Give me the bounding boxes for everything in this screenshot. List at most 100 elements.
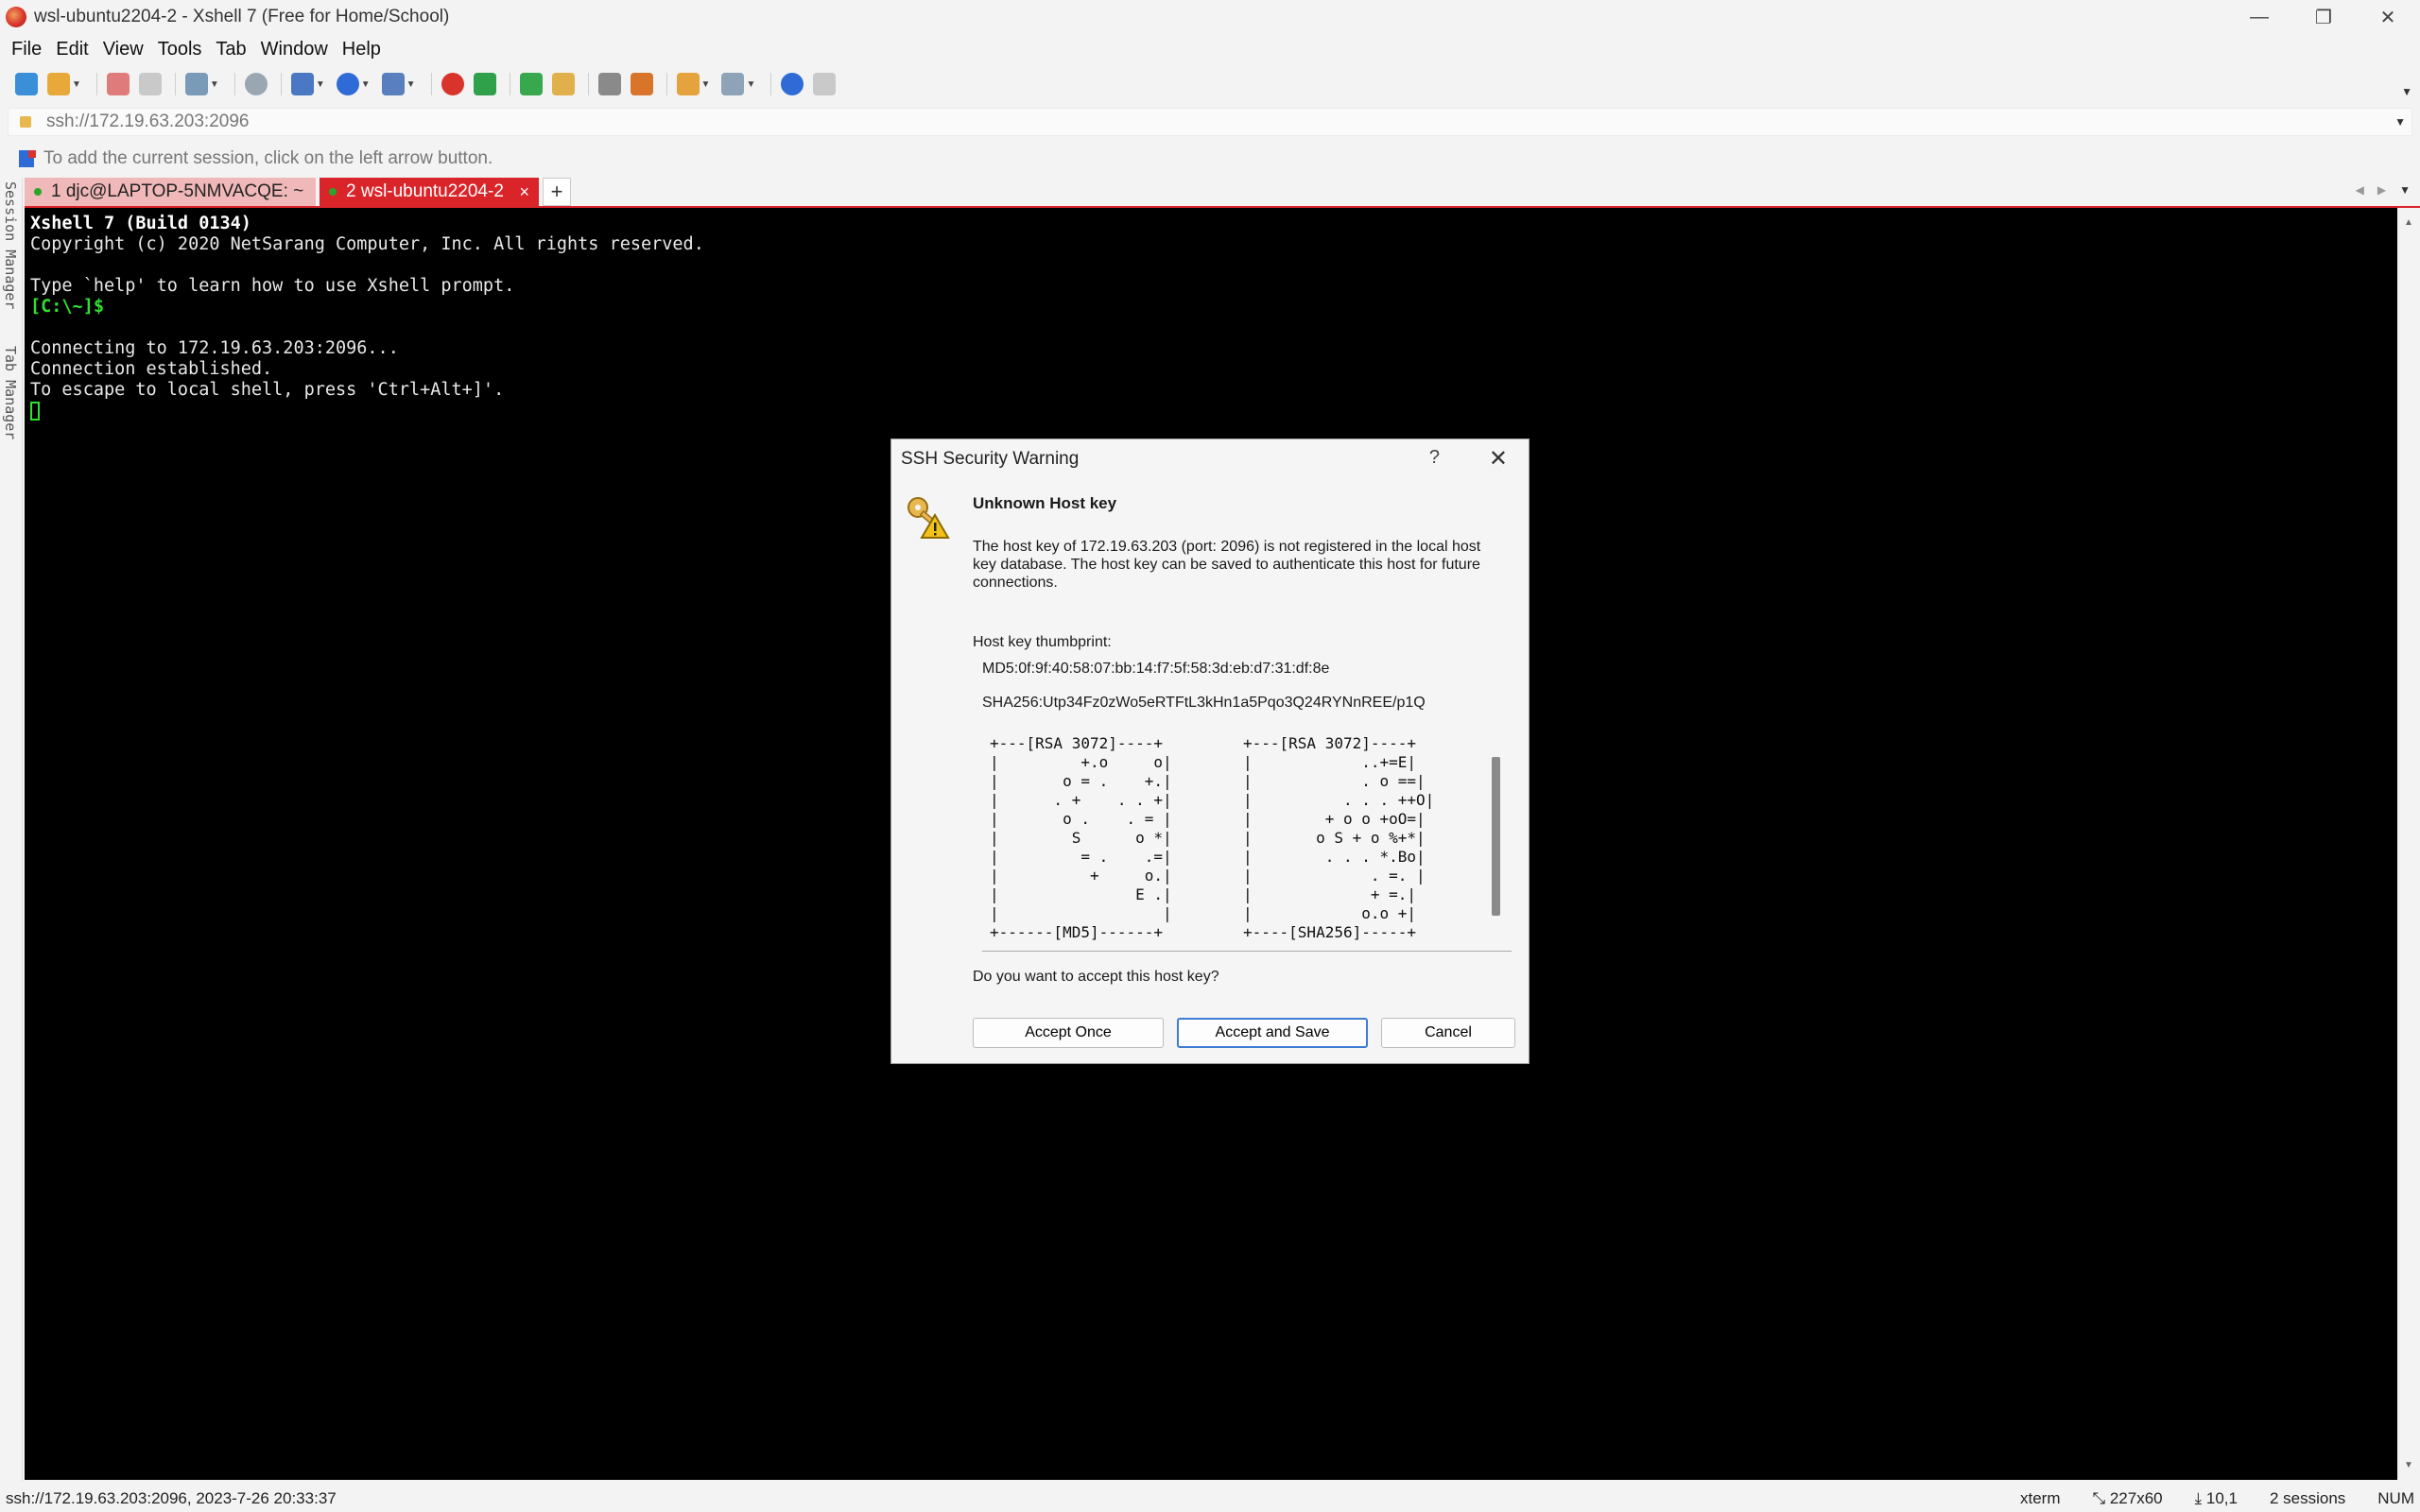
toolbar-separator <box>666 73 667 95</box>
menu-file[interactable]: File <box>11 39 42 60</box>
chevron-down-icon[interactable]: ▼ <box>746 79 755 90</box>
scroll-up-icon[interactable]: ▲ <box>2404 217 2413 228</box>
ssh-security-warning-dialog: SSH Security Warning ? ✕ Unknown Host ke… <box>890 438 1530 1064</box>
tab-close-icon[interactable]: × <box>519 182 529 202</box>
disconnect-icon[interactable] <box>138 73 162 95</box>
keyboard-icon[interactable] <box>597 73 621 95</box>
toolbar-separator <box>233 73 235 95</box>
terminal-scrollbar[interactable]: ▲ ▼ <box>2397 208 2420 1480</box>
terminal-line: Copyright (c) 2020 NetSarang Computer, I… <box>30 234 704 254</box>
layout-grid-icon[interactable] <box>721 73 745 95</box>
layout-icon[interactable] <box>290 73 314 95</box>
tab-list-chevron-icon[interactable]: ▼ <box>2399 183 2411 197</box>
lock-icon[interactable] <box>551 73 575 95</box>
chevron-down-icon[interactable]: ▼ <box>316 79 325 90</box>
xshell-app-icon <box>6 7 26 27</box>
tab-session-1[interactable]: 1 djc@LAPTOP-5NMVACQE: ~ <box>25 178 316 206</box>
menu-edit[interactable]: Edit <box>56 39 88 60</box>
terminal-line: Connection established. <box>30 359 273 379</box>
scrollbar-thumb[interactable] <box>1492 757 1500 916</box>
compose-icon[interactable] <box>630 73 653 95</box>
terminal-line: Type `help' to learn how to use Xshell p… <box>30 276 515 296</box>
tab-label: 2 wsl-ubuntu2204-2 <box>346 181 504 201</box>
toolbar-options-chevron-icon[interactable]: ▼ <box>2401 85 2412 98</box>
xshell-icon[interactable] <box>441 73 464 95</box>
status-size-value: 227x60 <box>2109 1489 2163 1507</box>
tab-manager-label[interactable]: Tab Manager <box>2 346 19 439</box>
dialog-help-button[interactable]: ? <box>1429 447 1440 469</box>
key-warning-icon <box>908 497 950 539</box>
menu-window[interactable]: Window <box>261 39 328 60</box>
status-dot-icon <box>329 188 337 196</box>
chevron-down-icon[interactable]: ▼ <box>210 79 219 90</box>
chevron-down-icon[interactable]: ▼ <box>701 79 711 90</box>
terminal-line: To escape to local shell, press 'Ctrl+Al… <box>30 380 505 400</box>
script-icon[interactable] <box>676 73 700 95</box>
terminal-prompt: [C:\~]$ <box>30 297 104 317</box>
chevron-down-icon[interactable]: ▼ <box>361 79 371 90</box>
accept-and-save-button[interactable]: Accept and Save <box>1177 1018 1368 1048</box>
help-icon[interactable] <box>781 73 804 95</box>
menu-help[interactable]: Help <box>342 39 381 60</box>
tab-label: 1 djc@LAPTOP-5NMVACQE: ~ <box>51 181 304 201</box>
hint-text: To add the current session, click on the… <box>43 148 493 168</box>
new-tab-button[interactable]: + <box>543 178 571 206</box>
scroll-down-icon[interactable]: ▼ <box>2404 1460 2413 1470</box>
minimize-button[interactable]: — <box>2227 0 2291 34</box>
dialog-heading: Unknown Host key <box>973 494 1117 512</box>
terminal-line: Xshell 7 (Build 0134) <box>30 214 251 233</box>
restore-button[interactable]: ❐ <box>2291 0 2356 34</box>
toolbar-separator <box>430 73 432 95</box>
randomart-panel: +---[RSA 3072]----+ | +.o o| | o = . +.|… <box>982 730 1512 952</box>
font-icon[interactable] <box>381 73 405 95</box>
status-cursor-value: 10,1 <box>2205 1489 2238 1507</box>
dialog-close-button[interactable]: ✕ <box>1489 445 1508 472</box>
status-size: ⤡ 227x60 <box>2092 1489 2163 1507</box>
status-terminal-type: xterm <box>2020 1489 2061 1507</box>
status-sessions[interactable]: 2 sessions <box>2270 1489 2345 1508</box>
globe-icon[interactable] <box>336 73 359 95</box>
find-icon[interactable] <box>244 73 268 95</box>
randomart-scrollbar[interactable] <box>1489 730 1502 948</box>
open-folder-icon[interactable] <box>47 73 70 95</box>
chevron-down-icon[interactable]: ▼ <box>2394 115 2406 129</box>
status-connection: ssh://172.19.63.203:2096, 2023-7-26 20:3… <box>6 1489 337 1507</box>
thumbprint-label: Host key thumbprint: <box>973 634 1112 650</box>
close-window-button[interactable]: ✕ <box>2356 0 2420 34</box>
address-input[interactable]: ssh://172.19.63.203:2096 <box>46 112 249 132</box>
terminal-cursor <box>30 402 40 421</box>
session-manager-label[interactable]: Session Manager <box>2 181 19 309</box>
md5-randomart: +---[RSA 3072]----+ | +.o o| | o = . +.|… <box>990 734 1172 941</box>
window-controls: — ❐ ✕ <box>2227 0 2420 34</box>
accept-once-button[interactable]: Accept Once <box>973 1018 1164 1048</box>
session-hint-bar: To add the current session, click on the… <box>19 146 493 172</box>
dialog-description: The host key of 172.19.63.203 (port: 209… <box>973 539 1481 591</box>
connect-icon[interactable] <box>106 73 130 95</box>
menu-view[interactable]: View <box>103 39 144 60</box>
cancel-button[interactable]: Cancel <box>1381 1018 1515 1048</box>
address-bar[interactable]: ssh://172.19.63.203:2096 ▼ <box>8 108 2412 136</box>
toolbar-separator <box>280 73 282 95</box>
menu-tab[interactable]: Tab <box>216 39 246 60</box>
chat-icon[interactable] <box>813 73 837 95</box>
reconnect-icon[interactable] <box>184 73 208 95</box>
tab-session-2[interactable]: 2 wsl-ubuntu2204-2 × <box>320 178 539 206</box>
fullscreen-icon[interactable] <box>519 73 543 95</box>
status-dot-icon <box>34 188 42 196</box>
chevron-down-icon[interactable]: ▼ <box>72 79 81 90</box>
xftp-icon[interactable] <box>473 73 496 95</box>
bookmark-arrow-icon[interactable] <box>19 150 36 167</box>
status-num: NUM <box>2377 1489 2414 1507</box>
toolbar-separator <box>770 73 772 95</box>
chevron-down-icon[interactable]: ▼ <box>406 79 416 90</box>
sha256-fingerprint: SHA256:Utp34Fz0zWo5eRTFtL3kHn1a5Pqo3Q24R… <box>982 695 1426 711</box>
menu-tools[interactable]: Tools <box>158 39 202 60</box>
new-session-icon[interactable] <box>15 73 38 95</box>
tab-next-icon[interactable]: ▶ <box>2377 183 2386 197</box>
toolbar-separator <box>95 73 97 95</box>
tab-prev-icon[interactable]: ◀ <box>2356 183 2364 197</box>
side-manager-strip: Session Manager Tab Manager <box>0 178 23 1482</box>
status-bar: ssh://172.19.63.203:2096, 2023-7-26 20:3… <box>0 1486 2420 1512</box>
